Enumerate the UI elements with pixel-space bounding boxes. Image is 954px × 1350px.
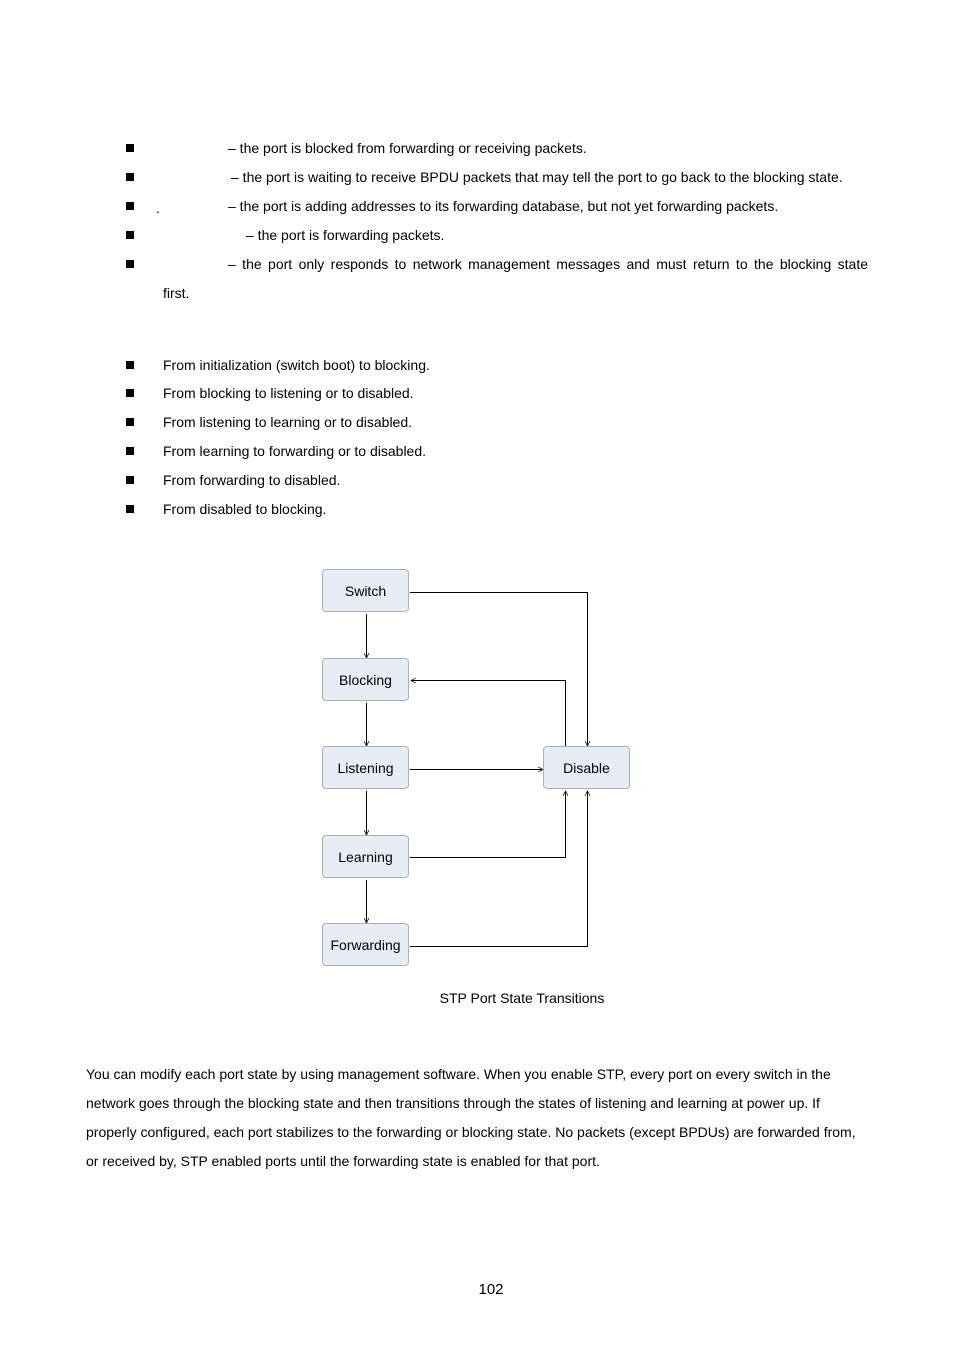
edge-switch-disable — [410, 592, 588, 747]
node-learning: Learning — [322, 835, 409, 878]
edge-disable-blocking — [411, 681, 566, 746]
paragraph-line: You can modify each port state by using … — [86, 1066, 831, 1082]
node-forwarding: Forwarding — [322, 923, 409, 966]
page-number: 102 — [478, 1281, 504, 1298]
node-switch: Switch — [322, 569, 409, 612]
paragraph-line: or received by, STP enabled ports until … — [86, 1153, 600, 1169]
node-listening: Listening — [322, 746, 409, 789]
paragraph-line: network goes through the blocking state … — [86, 1095, 820, 1111]
node-disable: Disable — [543, 746, 630, 789]
body-paragraph: You can modify each port state by using … — [86, 1060, 876, 1176]
node-blocking: Blocking — [322, 658, 409, 701]
edge-learning-disable — [410, 791, 566, 858]
edge-forwarding-disable — [410, 791, 588, 947]
paragraph-line: properly configured, each port stabilize… — [86, 1124, 856, 1140]
figure-caption: STP Port State Transitions — [439, 990, 605, 1006]
